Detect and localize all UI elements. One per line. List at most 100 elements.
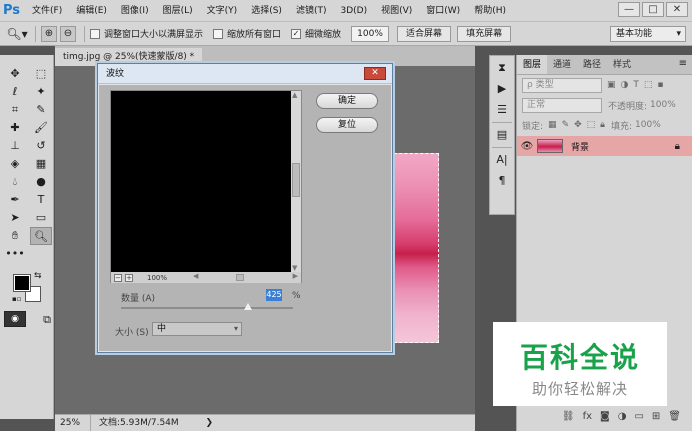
eye-icon[interactable]: 👁︎ — [517, 141, 537, 152]
new-group-icon[interactable]: ▭ — [634, 411, 643, 422]
default-colors-icon[interactable]: ▪▫ — [12, 295, 22, 303]
panel-menu-icon[interactable]: ≡ — [679, 58, 687, 69]
link-layers-icon[interactable]: ⛓ — [562, 411, 575, 422]
eraser-icon[interactable]: ◈ — [4, 155, 26, 173]
preview-vertical-scrollbar[interactable]: ▲ ▼ — [291, 91, 301, 272]
fill-screen-button[interactable]: 填充屏幕 — [457, 25, 512, 42]
menu-type[interactable]: 文字(Y) — [200, 0, 245, 22]
gradient-icon[interactable]: ▦ — [30, 155, 52, 173]
opacity-value[interactable]: 100% — [650, 100, 676, 110]
zoom-all-windows-checkbox[interactable]: 缩放所有窗口 — [213, 27, 281, 40]
menu-3d[interactable]: 3D(D) — [333, 0, 374, 22]
amount-slider-thumb[interactable] — [244, 303, 253, 310]
pen-tool-icon[interactable]: ✒ — [4, 191, 26, 209]
brush-tool-icon[interactable]: 🖌︎ — [30, 119, 52, 137]
filter-type-icon[interactable]: T — [633, 80, 639, 90]
actions-panel-icon[interactable]: ▶ — [490, 80, 514, 98]
filter-shape-icon[interactable]: ⬚ — [644, 80, 653, 90]
amount-input[interactable]: 425 — [266, 289, 282, 301]
tab-styles[interactable]: 样式 — [607, 55, 637, 74]
zoom-tool-icon[interactable]: 🔍︎ — [30, 227, 52, 245]
workspace-select[interactable]: 基本功能 ▾ — [610, 26, 686, 42]
menu-image[interactable]: 图像(I) — [114, 0, 156, 22]
zoom-out-icon[interactable]: ⊖ — [60, 25, 76, 42]
add-mask-icon[interactable]: ◙ — [600, 411, 610, 422]
horizontal-scroll-thumb[interactable] — [236, 274, 244, 281]
properties-panel-icon[interactable]: ☰ — [490, 101, 514, 119]
menu-select[interactable]: 选择(S) — [244, 0, 289, 22]
size-select[interactable]: 中 ▾ — [152, 322, 242, 336]
dialog-close-icon[interactable]: ✕ — [364, 67, 386, 80]
lock-transparent-icon[interactable]: ▦ — [548, 120, 557, 130]
layer-row-background[interactable]: 👁︎ 背景 🔒︎ — [517, 136, 692, 156]
lock-image-icon[interactable]: ✎ — [562, 120, 570, 130]
filter-preview[interactable] — [111, 91, 292, 272]
lock-artboard-icon[interactable]: ⬚ — [587, 120, 596, 130]
menu-filter[interactable]: 滤镜(T) — [289, 0, 334, 22]
minimize-button[interactable]: — — [618, 2, 640, 17]
menu-layer[interactable]: 图层(L) — [156, 0, 200, 22]
lock-all-icon[interactable]: 🔒︎ — [600, 120, 605, 130]
preview-zoom-in-icon[interactable]: + — [125, 273, 133, 282]
marquee-tool-icon[interactable]: ⬚ — [30, 65, 52, 83]
menu-edit[interactable]: 编辑(E) — [69, 0, 114, 22]
resize-windows-checkbox[interactable]: 调整窗口大小以满屏显示 — [90, 27, 203, 40]
history-brush-icon[interactable]: ↺ — [30, 137, 52, 155]
quick-mask-icon[interactable]: ◉ — [4, 311, 26, 327]
shape-tool-icon[interactable]: ▭ — [30, 209, 52, 227]
zoom-tool-preset-icon[interactable]: 🔍︎▾ — [4, 24, 30, 44]
menu-file[interactable]: 文件(F) — [25, 0, 69, 22]
swap-colors-icon[interactable]: ⇆ — [34, 271, 42, 281]
amount-slider-track[interactable] — [121, 307, 293, 309]
scroll-up-icon[interactable]: ▲ — [292, 91, 297, 99]
eyedropper-icon[interactable]: ✎ — [30, 101, 52, 119]
reset-button[interactable]: 复位 — [316, 117, 378, 133]
path-select-icon[interactable]: ➤ — [4, 209, 26, 227]
close-window-button[interactable]: ✕ — [666, 2, 688, 17]
scroll-right-icon[interactable]: ▶ — [293, 272, 298, 280]
blur-tool-icon[interactable]: 💧︎ — [4, 173, 26, 191]
clone-stamp-icon[interactable]: ⊥ — [4, 137, 26, 155]
delete-layer-icon[interactable]: 🗑︎ — [668, 411, 681, 422]
zoom-value-field[interactable]: 100% — [351, 25, 390, 42]
zoom-in-icon[interactable]: ⊕ — [41, 25, 57, 42]
type-tool-icon[interactable]: T — [30, 191, 52, 209]
status-menu-arrow-icon[interactable]: ❯ — [205, 415, 213, 431]
tab-channels[interactable]: 通道 — [547, 55, 577, 74]
filter-smart-icon[interactable]: ▪ — [657, 80, 663, 90]
scrubby-zoom-checkbox[interactable]: ✓ 细微缩放 — [291, 27, 341, 40]
hand-tool-icon[interactable]: ✋︎ — [4, 227, 26, 245]
magic-wand-icon[interactable]: ✦ — [30, 83, 52, 101]
tab-layers[interactable]: 图层 — [517, 55, 548, 74]
ok-button[interactable]: 确定 — [316, 93, 378, 109]
more-tools-icon[interactable]: ••• — [4, 245, 26, 263]
swatches-panel-icon[interactable]: ▤ — [490, 126, 514, 144]
menu-view[interactable]: 视图(V) — [374, 0, 419, 22]
new-layer-icon[interactable]: ⊞ — [652, 411, 660, 422]
paragraph-panel-icon[interactable]: ¶ — [490, 172, 514, 190]
menu-help[interactable]: 帮助(H) — [467, 0, 513, 22]
healing-brush-icon[interactable]: ✚ — [4, 119, 26, 137]
filter-pixel-icon[interactable]: ▣ — [607, 80, 616, 90]
dodge-tool-icon[interactable]: ● — [30, 173, 52, 191]
lasso-tool-icon[interactable]: ℓ — [4, 83, 26, 101]
menu-window[interactable]: 窗口(W) — [419, 0, 467, 22]
filter-adjust-icon[interactable]: ◑ — [621, 80, 629, 90]
preview-zoom-out-icon[interactable]: − — [114, 273, 122, 282]
move-tool-icon[interactable]: ✥ — [4, 65, 26, 83]
adjustment-layer-icon[interactable]: ◑ — [618, 411, 627, 422]
fill-value[interactable]: 100% — [635, 120, 661, 130]
vertical-scroll-thumb[interactable] — [292, 163, 300, 197]
zoom-status[interactable]: 25% — [55, 415, 91, 431]
layer-style-icon[interactable]: fx — [583, 411, 592, 422]
scroll-down-icon[interactable]: ▼ — [292, 264, 297, 272]
crop-tool-icon[interactable]: ⌗ — [4, 101, 26, 119]
blend-mode-select[interactable]: 正常 — [522, 97, 602, 113]
fit-screen-button[interactable]: 适合屏幕 — [397, 25, 452, 42]
foreground-color[interactable] — [13, 274, 31, 292]
layer-filter-select[interactable]: ρ 类型 — [522, 77, 602, 93]
history-panel-icon[interactable]: ⧗ — [490, 59, 514, 77]
maximize-button[interactable]: □ — [642, 2, 664, 17]
lock-position-icon[interactable]: ✥ — [574, 120, 582, 130]
tab-paths[interactable]: 路径 — [577, 55, 607, 74]
